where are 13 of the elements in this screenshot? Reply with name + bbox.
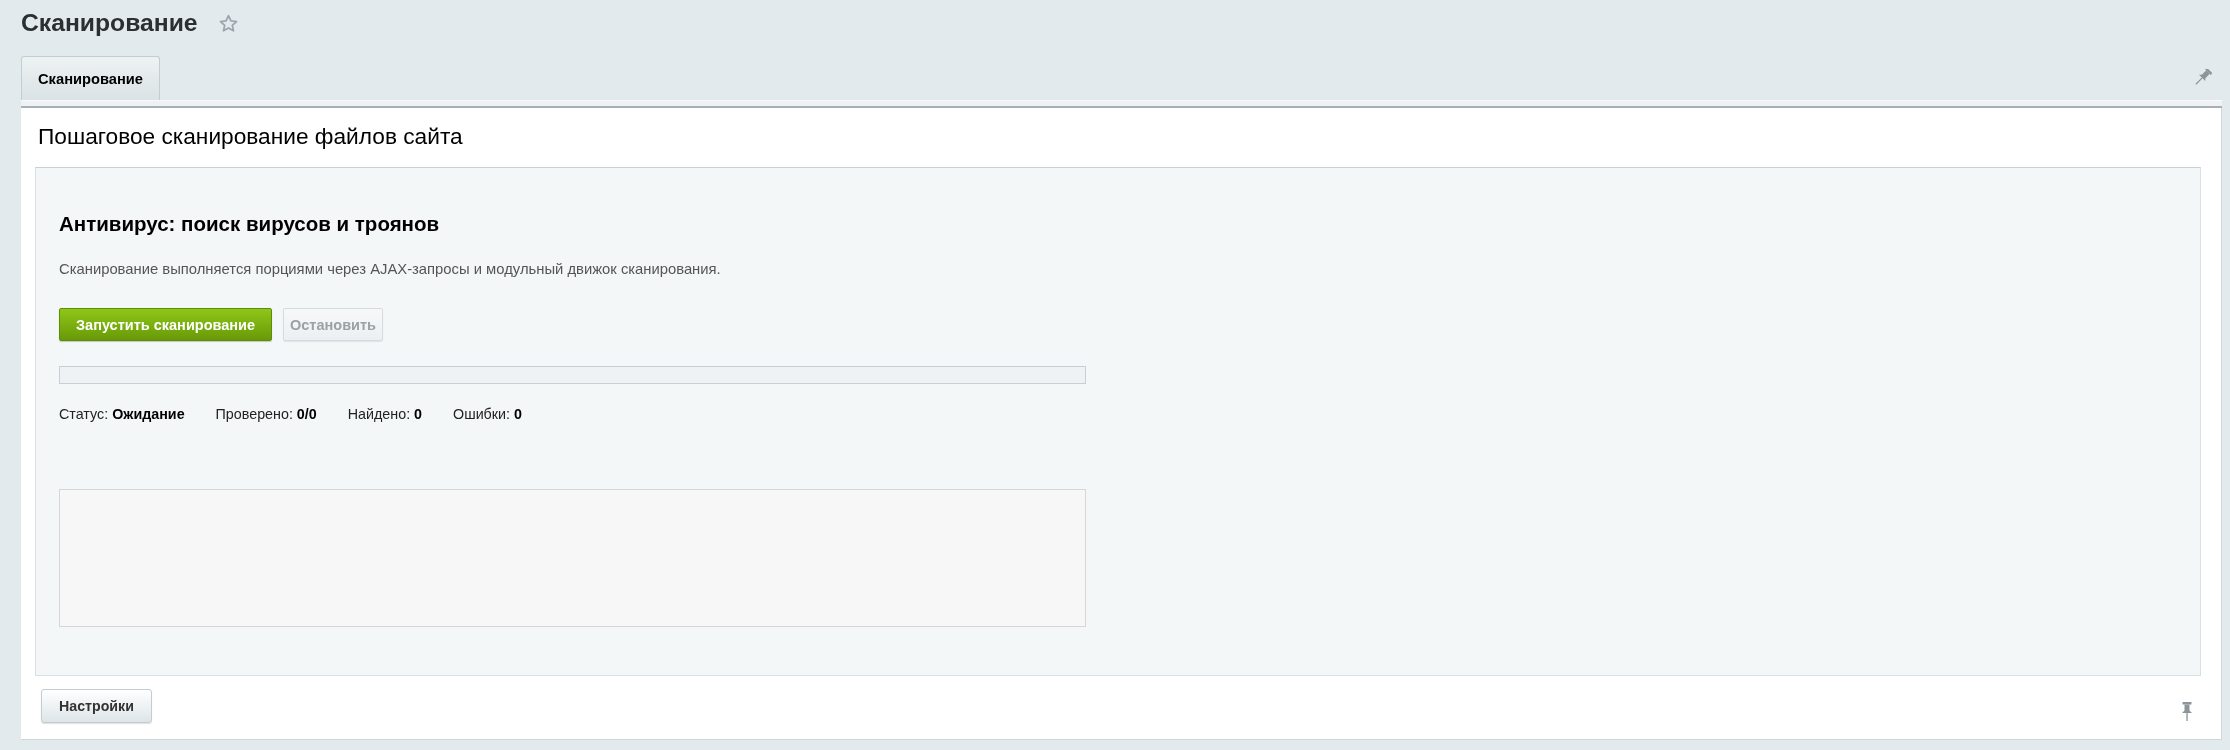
scanner-description: Сканирование выполняется порциями через AJAX-запросы и модульный движок сканирования. [59, 261, 722, 277]
page-title: Сканирование [21, 9, 198, 37]
pin-icon[interactable] [2181, 701, 2193, 721]
status-stat: Проверено: 0/0 [215, 406, 317, 422]
status-stat: Ошибки: 0 [453, 406, 522, 422]
pin-icon[interactable] [2193, 69, 2212, 86]
star-icon[interactable] [218, 13, 238, 33]
status-stat: Статус: Ожидание [59, 406, 185, 422]
settings-button[interactable]: Настройки [41, 689, 152, 723]
panel-heading: Пошаговое сканирование файлов сайта [38, 123, 464, 149]
tab[interactable]: Сканирование [21, 56, 161, 101]
scanner-title: Антивирус: поиск вирусов и троянов [59, 212, 441, 236]
status-stat: Найдено: 0 [347, 406, 423, 422]
